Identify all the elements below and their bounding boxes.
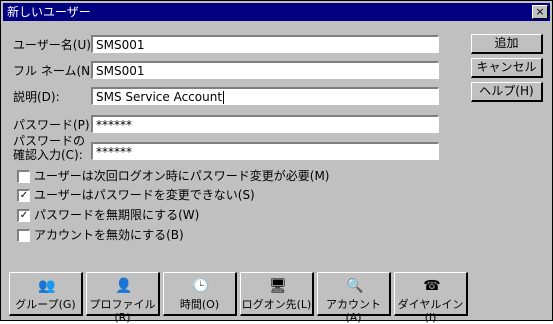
confirm-password-label-line1: パスワードの — [13, 134, 86, 148]
checkbox-label: ユーザーはパスワードを変更できない(S) — [34, 188, 255, 202]
checkbox-must-change-password[interactable] — [17, 170, 30, 183]
profile-icon: 👤 — [115, 278, 133, 294]
confirm-password-field[interactable]: ****** — [91, 142, 439, 160]
logon-to-button-label: ログオン先(L) — [241, 298, 312, 311]
dialog-title: 新しいユーザー — [7, 5, 91, 19]
password-label: パスワード(P): — [13, 118, 94, 132]
group-icon: 👥 — [38, 278, 56, 294]
fullname-field[interactable]: SMS001 — [91, 61, 439, 79]
fullname-label: フル ネーム(N): — [13, 64, 99, 78]
dialin-phone-icon: ☎ — [423, 278, 441, 294]
groups-button[interactable]: 👥 グループ(G) — [9, 272, 83, 316]
checkbox-password-never-expires[interactable]: ✓ — [17, 209, 30, 222]
description-label: 説明(D): — [13, 90, 60, 104]
text-cursor — [223, 91, 225, 104]
checkbox-label: ユーザーは次回ログオン時にパスワード変更が必要(M) — [34, 169, 330, 183]
hours-button[interactable]: 🕒 時間(O) — [163, 272, 237, 316]
close-icon: × — [535, 5, 545, 18]
checkbox-label: アカウントを無効にする(B) — [34, 228, 184, 242]
clock-icon: 🕒 — [192, 278, 210, 294]
password-field[interactable]: ****** — [91, 115, 439, 133]
account-button[interactable]: 🔍 アカウント(A) — [317, 272, 391, 324]
close-button[interactable]: × — [532, 5, 548, 19]
username-label: ユーザー名(U): — [13, 38, 95, 52]
profile-button[interactable]: 👤 プロファイル(R) — [86, 272, 160, 324]
description-value: SMS Service Account — [96, 90, 223, 104]
profile-button-label: プロファイル(R) — [89, 298, 156, 324]
groups-button-label: グループ(G) — [15, 298, 76, 311]
hours-button-label: 時間(O) — [179, 298, 220, 311]
checkbox-cannot-change-password[interactable]: ✓ — [17, 189, 30, 202]
cancel-button[interactable]: キャンセル — [471, 58, 543, 78]
help-button[interactable]: ヘルプ(H) — [471, 82, 543, 102]
title-bar[interactable]: 新しいユーザー × — [3, 3, 550, 21]
checkbox-label: パスワードを無期限にする(W) — [34, 208, 200, 222]
account-search-icon: 🔍 — [346, 278, 364, 294]
username-field[interactable]: SMS001 — [91, 35, 439, 53]
dialin-button[interactable]: ☎ ダイヤルイン(I) — [394, 272, 468, 324]
checkbox-account-disabled[interactable] — [17, 229, 30, 242]
account-button-label: アカウント(A) — [326, 298, 381, 324]
new-user-dialog: 新しいユーザー × ユーザー名(U): SMS001 フル ネーム(N): SM… — [0, 0, 553, 324]
add-button[interactable]: 追加 — [471, 34, 543, 54]
confirm-password-label-line2: 確認入力(C): — [13, 148, 83, 162]
logon-workstation-icon: 🖥 — [269, 278, 287, 294]
description-field[interactable]: SMS Service Account — [91, 87, 439, 105]
logon-to-button[interactable]: 🖥 ログオン先(L) — [240, 272, 314, 316]
dialin-button-label: ダイヤルイン(I) — [397, 298, 464, 324]
